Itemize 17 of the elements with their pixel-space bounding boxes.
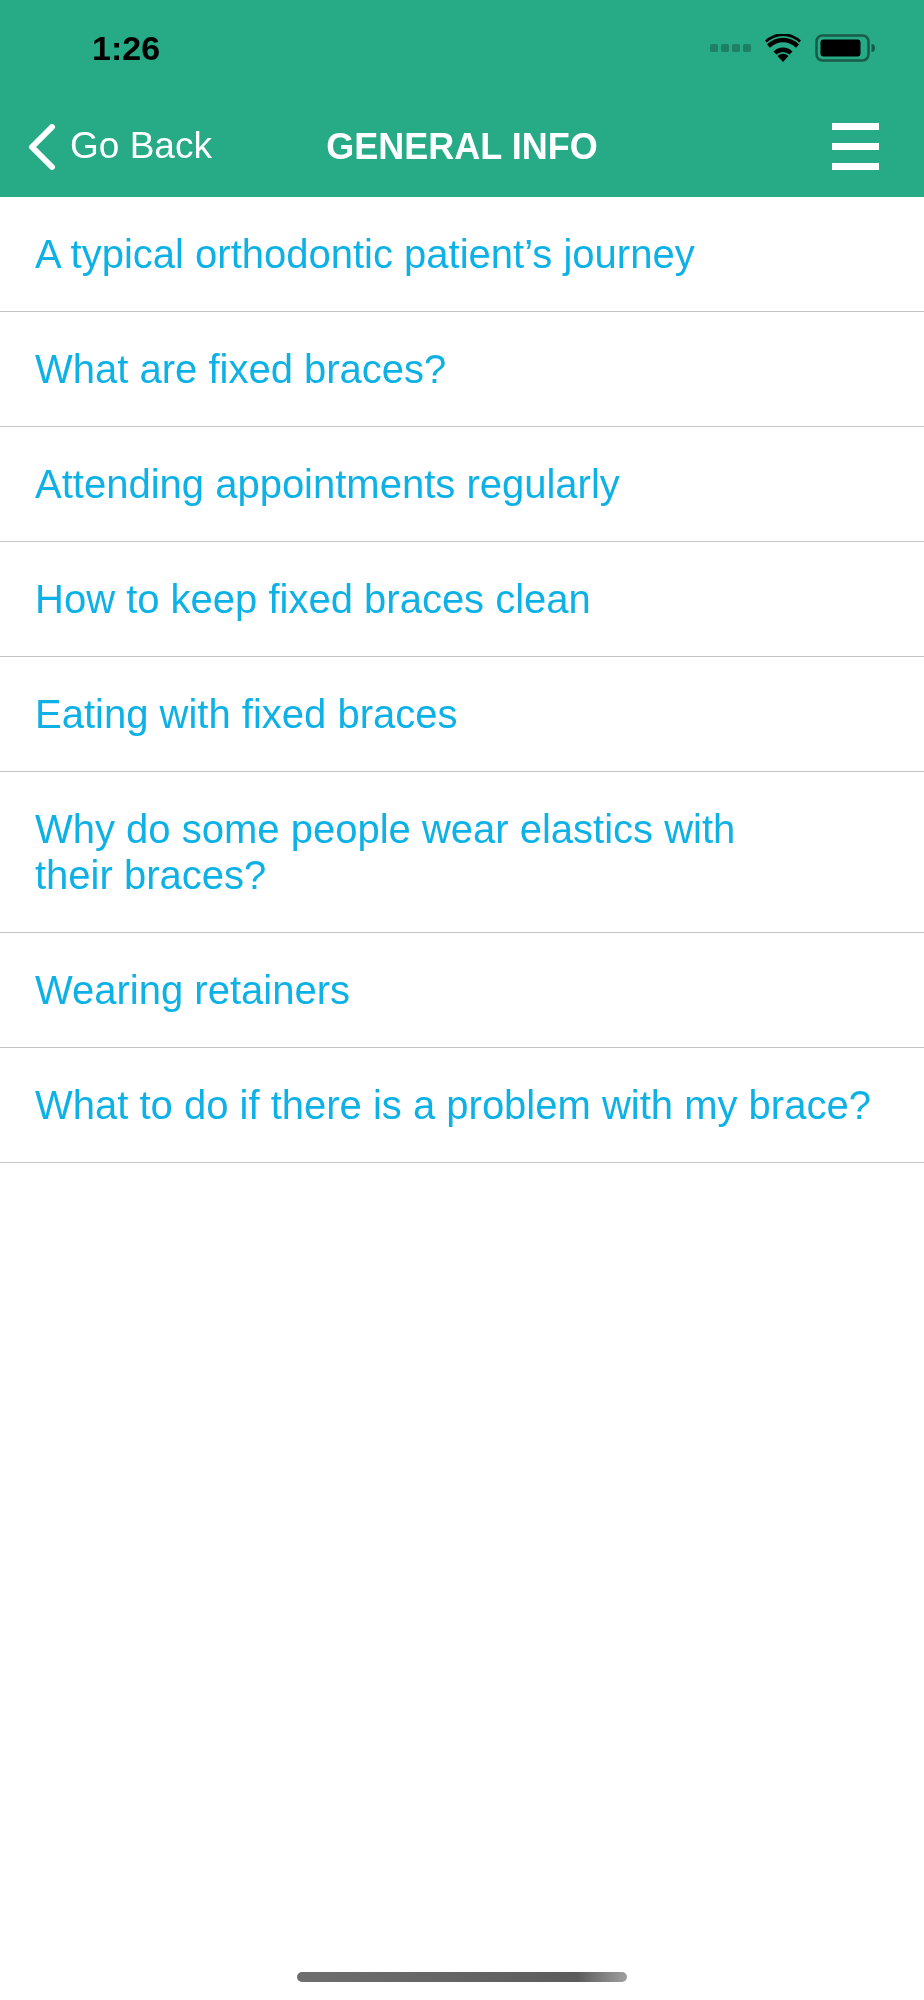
wifi-icon — [765, 34, 801, 62]
status-time: 1:26 — [92, 31, 161, 65]
back-button[interactable]: Go Back — [0, 123, 212, 170]
topic-link[interactable]: What to do if there is a problem with my brace? — [0, 1048, 924, 1163]
menu-icon — [832, 123, 879, 170]
menu-button[interactable] — [832, 123, 879, 170]
battery-icon — [815, 34, 875, 62]
topic-link[interactable]: Attending appointments regularly — [0, 427, 924, 542]
topic-link[interactable]: A typical orthodontic patient’s journey — [0, 197, 924, 312]
chevron-left-icon — [28, 123, 56, 170]
topic-link[interactable]: How to keep fixed braces clean — [0, 542, 924, 657]
page-title: GENERAL INFO — [326, 124, 598, 169]
topic-link[interactable]: Why do some people wear elastics with their braces? — [0, 772, 924, 933]
topic-link[interactable]: Wearing retainers — [0, 933, 924, 1048]
topic-link[interactable]: Eating with fixed braces — [0, 657, 924, 772]
topic-link[interactable]: What are fixed braces? — [0, 312, 924, 427]
cellular-signal-icon — [710, 44, 751, 52]
